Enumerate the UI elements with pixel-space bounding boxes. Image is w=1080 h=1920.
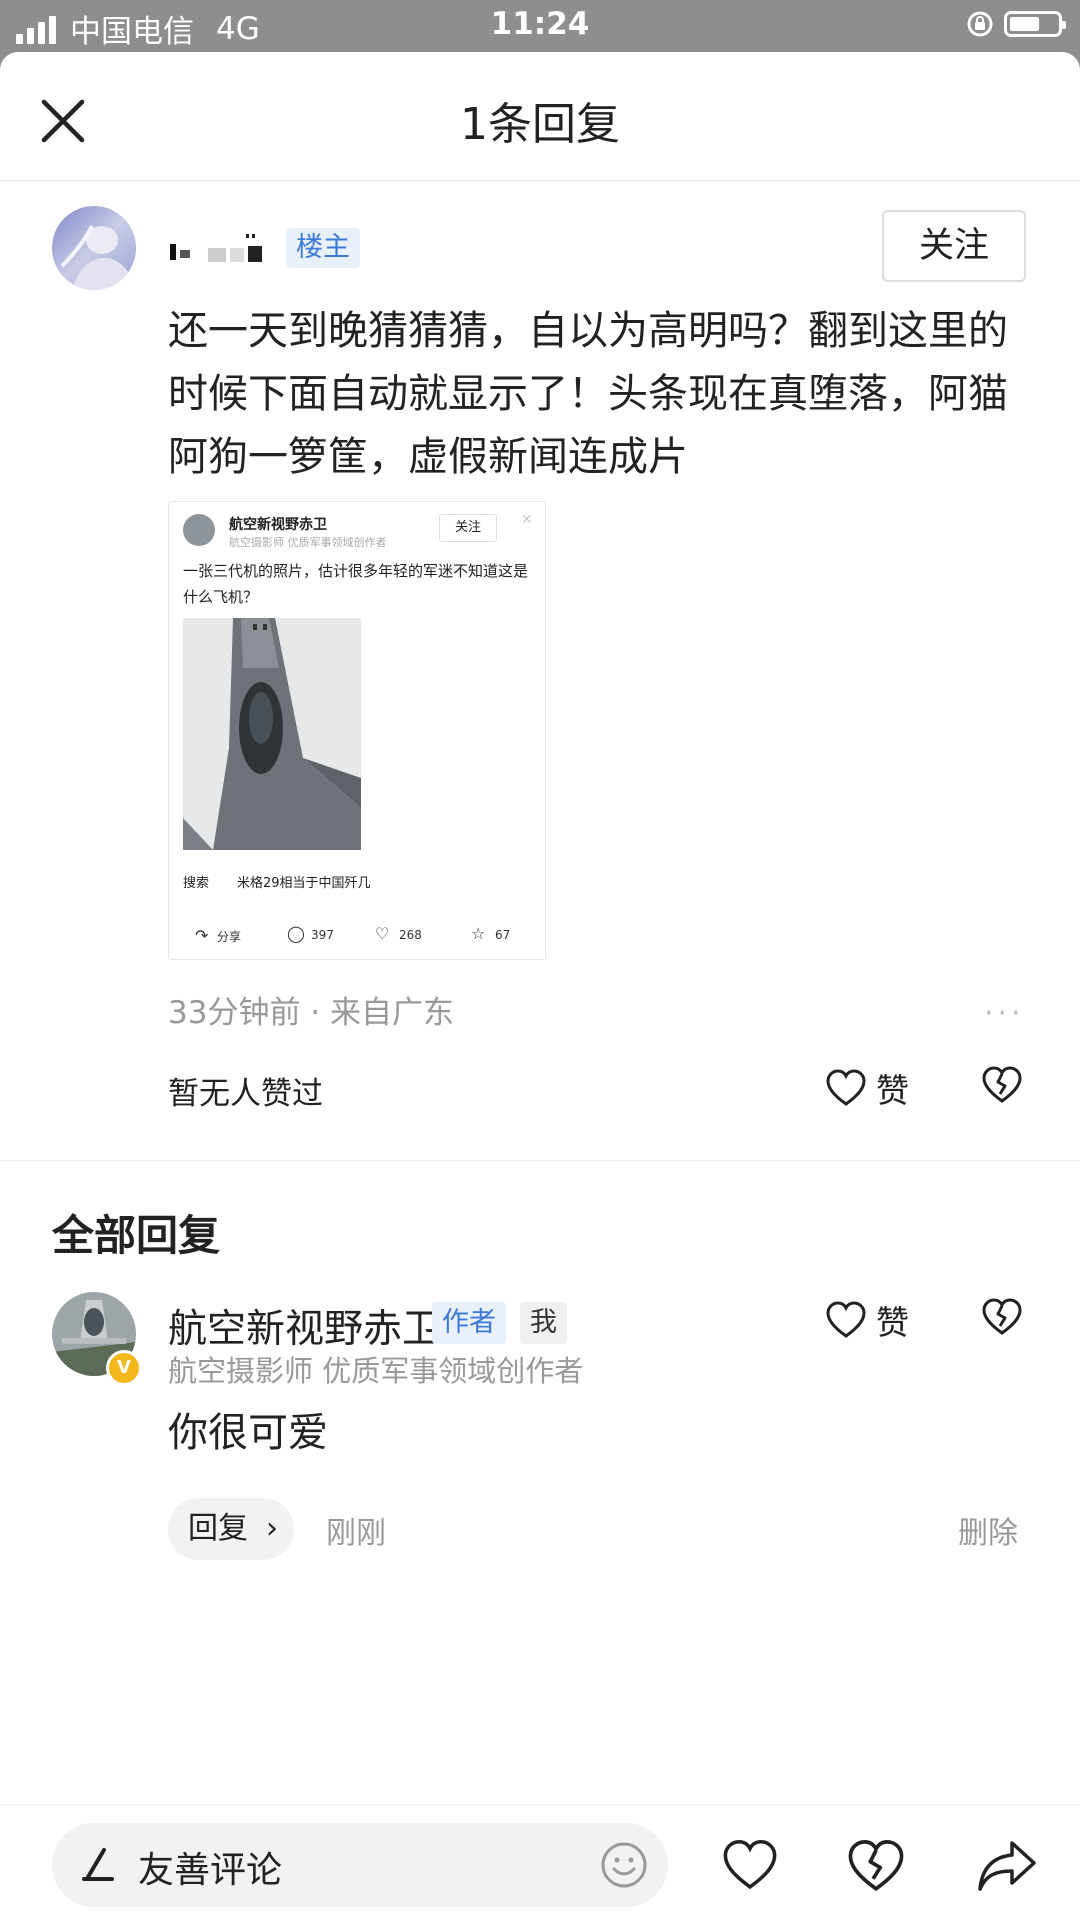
section-divider (0, 1160, 1080, 1161)
shot-account-name: 航空新视野赤卫 (229, 517, 327, 533)
author-tag: 作者 (432, 1302, 506, 1344)
shot-close-icon: ✕ (521, 512, 533, 528)
broken-heart-icon[interactable] (846, 1839, 906, 1893)
sheet-header: 1条回复 (0, 52, 1080, 181)
all-replies-title: 全部回复 (52, 1211, 221, 1260)
reply-button-label: 回复 (188, 1511, 248, 1546)
post-image[interactable]: 航空新视野赤卫 航空摄影师 优质军事领域创作者 关注 ✕ 一张三代机的照片，估计… (168, 501, 546, 960)
shot-search-query: 米格29相当于中国歼几 (237, 876, 371, 891)
reply-author-subtitle: 航空摄影师 优质军事领域创作者 (168, 1354, 584, 1388)
delete-button[interactable]: 删除 (958, 1508, 1018, 1552)
follow-button[interactable]: 关注 (882, 210, 1026, 282)
page-title: 1条回复 (460, 99, 620, 150)
reply-text: 你很可爱 (168, 1410, 328, 1456)
me-tag: 我 (520, 1302, 567, 1344)
verified-icon: V (106, 1350, 142, 1386)
battery-icon (1004, 11, 1066, 37)
more-options-icon[interactable]: ··· (984, 996, 1025, 1031)
shot-likes: 268 (399, 928, 422, 942)
comment-input[interactable]: 友善评论 (52, 1823, 668, 1907)
no-likes-text: 暂无人赞过 (168, 1076, 323, 1112)
like-label: 赞 (876, 1303, 909, 1342)
avatar-image (52, 206, 136, 290)
post-like-button[interactable]: 赞 (826, 1064, 909, 1112)
shot-follow: 关注 (439, 514, 497, 542)
broken-heart-icon[interactable] (982, 1066, 1022, 1104)
op-avatar[interactable] (52, 206, 136, 290)
status-bar: 中国电信 4G 11:24 (0, 0, 1080, 52)
pen-icon (82, 1848, 114, 1881)
shot-favorites: 67 (495, 928, 511, 942)
heart-icon[interactable] (722, 1839, 778, 1891)
emoji-icon[interactable] (600, 1841, 648, 1889)
share-icon[interactable] (976, 1837, 1038, 1893)
post-text: 还一天到晚猜猜猜，自以为高明吗？翻到这里的时候下面自动就显示了！头条现在真堕落，… (168, 308, 1008, 480)
shot-caption: 一张三代机的照片，估计很多年轻的军迷不知道这是什么飞机？ (183, 562, 529, 606)
shot-share: 分享 (217, 930, 242, 944)
post-meta: 33分钟前 · 来自广东 (168, 995, 455, 1031)
shot-share-icon: ↷ (195, 926, 209, 945)
rotation-lock-icon (967, 11, 993, 37)
heart-icon (826, 1069, 866, 1106)
op-username[interactable] (168, 228, 276, 268)
reply-author-name[interactable]: 航空新视野赤卫 (168, 1298, 441, 1354)
broken-heart-icon[interactable] (982, 1298, 1022, 1336)
status-right (966, 10, 1066, 38)
shot-favorite-icon: ☆ (471, 924, 486, 943)
bottom-bar: 友善评论 (0, 1804, 1080, 1920)
like-label: 赞 (876, 1071, 909, 1110)
chevron-right-icon: › (266, 1511, 278, 1546)
shot-comments: 397 (311, 928, 334, 942)
shot-account-sub: 航空摄影师 优质军事领域创作者 (229, 536, 387, 549)
comment-placeholder: 友善评论 (138, 1850, 283, 1891)
shot-comment-icon: ◯ (287, 924, 305, 943)
shot-search-label: 搜索 (183, 876, 210, 891)
reply-button[interactable]: 回复 › (168, 1498, 294, 1560)
shot-like-icon: ♡ (375, 924, 390, 943)
jet-photo (183, 618, 361, 850)
op-badge: 楼主 (286, 228, 360, 268)
masked-name-graphic (170, 234, 262, 262)
clock: 11:24 (490, 6, 590, 42)
shot-avatar (183, 514, 215, 546)
heart-icon (826, 1301, 866, 1338)
shot-action-bar: ↷ 分享 ◯ 397 ♡ 268 ☆ 67 (169, 922, 545, 952)
reply-like-button[interactable]: 赞 (826, 1296, 909, 1344)
reply-time: 刚刚 (326, 1516, 386, 1551)
reply-sheet: 1条回复 楼主 关注 还一天到晚猜猜猜，自以为高明吗？翻到这里的时候下面自动就显… (0, 52, 1080, 1920)
